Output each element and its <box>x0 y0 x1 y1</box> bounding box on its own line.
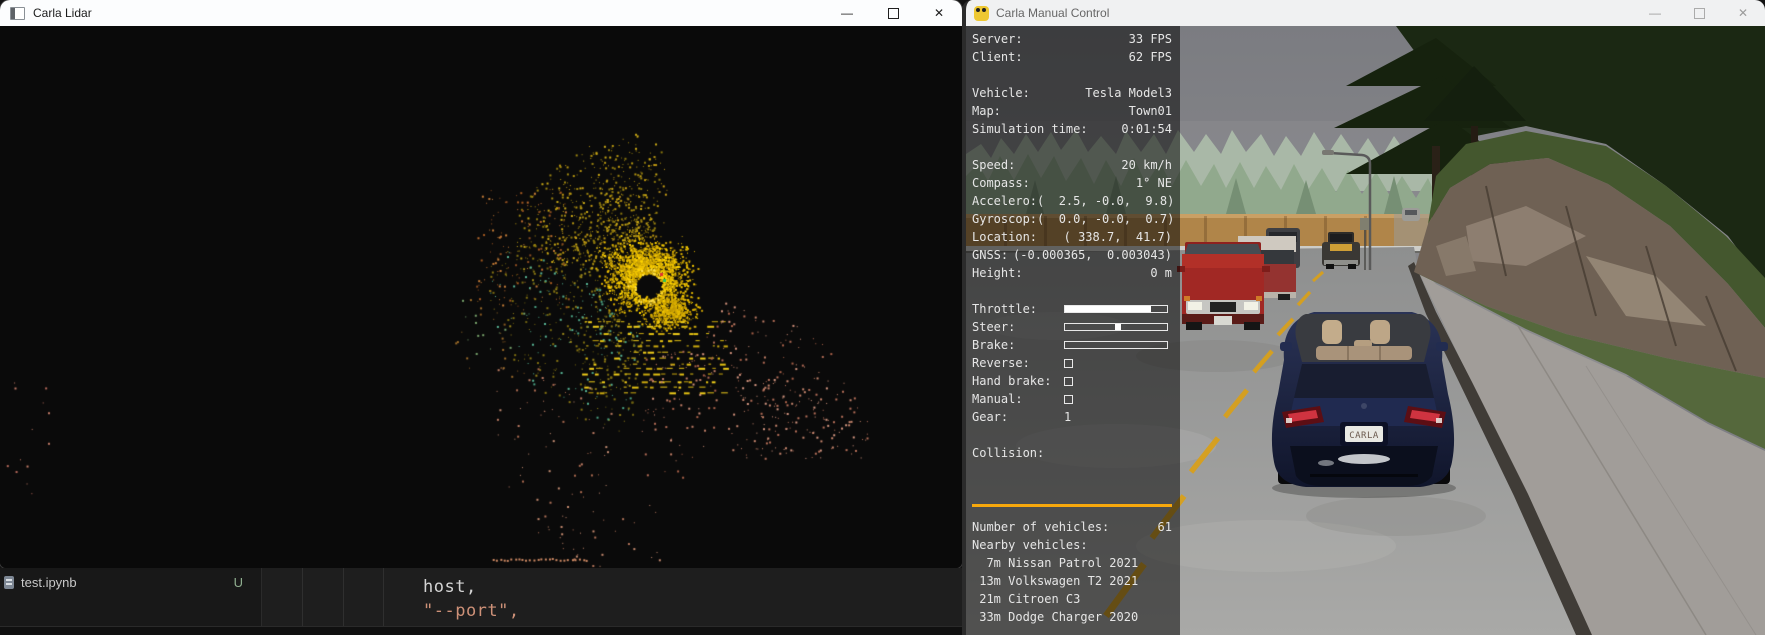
hud-row: Nearby vehicles: <box>972 536 1172 554</box>
notebook-file-icon <box>4 576 14 589</box>
front-seat <box>1322 320 1342 344</box>
code-line: "--port", <box>423 601 520 621</box>
hud-row: Number of vehicles:61 <box>972 518 1172 536</box>
hud-rows: Server:33 FPSClient:62 FPS Vehicle:Tesla … <box>972 30 1172 626</box>
hud-row: Reverse: <box>972 354 1172 372</box>
editor-bottom-strip <box>0 626 962 635</box>
hud-row: Height:0 m <box>972 264 1172 282</box>
hud-row: 33m Dodge Charger 2020 <box>972 608 1172 626</box>
editor-pane[interactable]: host, "--port", <box>262 568 962 627</box>
close-button[interactable]: ✕ <box>1721 0 1765 26</box>
close-button[interactable]: ✕ <box>916 0 962 26</box>
hud-row: 7m Nissan Patrol 2021 <box>972 554 1172 572</box>
minimize-button[interactable]: — <box>1633 0 1677 26</box>
hud-row: 21m Citroen C3 <box>972 590 1172 608</box>
license-plate-text: CARLA <box>1349 431 1379 441</box>
lidar-window: Carla Lidar — ✕ <box>0 0 962 568</box>
indent-guide <box>383 568 384 627</box>
rear-window <box>1294 364 1434 398</box>
maximize-icon <box>1694 8 1705 19</box>
hud-row: Collision: <box>972 444 1172 462</box>
hud-row: GNSS:(-0.000365, 0.003043) <box>972 246 1172 264</box>
road-sign <box>1360 218 1369 230</box>
indent-guide <box>343 568 344 627</box>
side-mirror <box>1280 342 1292 351</box>
file-name: test.ipynb <box>21 575 77 590</box>
hud-row <box>972 66 1172 84</box>
git-status-badge: U <box>234 575 243 590</box>
hud-row <box>972 504 1172 507</box>
hud-row: Manual: <box>972 390 1172 408</box>
minimize-button[interactable]: — <box>824 0 870 26</box>
lidar-titlebar[interactable]: Carla Lidar — ✕ <box>0 0 962 27</box>
hud-row <box>972 138 1172 156</box>
hud-row <box>972 426 1172 444</box>
lidar-window-title: Carla Lidar <box>33 6 92 20</box>
file-item-test-ipynb[interactable]: test.ipynb U <box>0 571 261 593</box>
pygame-icon <box>974 6 989 21</box>
hud-row: Map:Town01 <box>972 102 1172 120</box>
app-window-icon <box>10 7 25 20</box>
side-mirror <box>1436 342 1448 351</box>
game-area[interactable]: CARLA Server:33 FPSClient:62 FPS Vehicle:… <box>966 26 1765 635</box>
vehicle-nissan-patrol <box>1177 242 1270 330</box>
hud-row <box>972 282 1172 300</box>
indent-guide <box>302 568 303 627</box>
hud-row <box>972 462 1172 504</box>
front-seat <box>1370 320 1390 344</box>
hud-row: Brake: <box>972 336 1172 354</box>
control-titlebar[interactable]: Carla Manual Control — ✕ <box>966 0 1765 27</box>
hud-row: Client:62 FPS <box>972 48 1172 66</box>
vehicle-distant-car <box>1402 208 1420 221</box>
maximize-button[interactable] <box>870 0 916 26</box>
hud-row: Hand brake: <box>972 372 1172 390</box>
hud-row: Simulation time:0:01:54 <box>972 120 1172 138</box>
hud-panel: Server:33 FPSClient:62 FPS Vehicle:Tesla … <box>966 26 1180 635</box>
manual-control-window: Carla Manual Control — ✕ <box>962 0 1765 635</box>
rear-bumper <box>1290 446 1438 486</box>
hud-row: Gyroscop:( 0.0, -0.0, 0.7) <box>972 210 1172 228</box>
hud-row: Compass:1° NE <box>972 174 1172 192</box>
hud-row: 13m Volkswagen T2 2021 <box>972 572 1172 590</box>
code-editor-region: test.ipynb U host, "--port", <box>0 568 962 635</box>
hud-row: Vehicle:Tesla Model3 <box>972 84 1172 102</box>
rear-seat <box>1316 346 1412 360</box>
control-window-title: Carla Manual Control <box>996 6 1109 20</box>
hud-row: Throttle: <box>972 300 1172 318</box>
hud-row: Accelero:( 2.5, -0.0, 9.8) <box>972 192 1172 210</box>
hud-row: Gear:1 <box>972 408 1172 426</box>
ego-vehicle: CARLA <box>1272 312 1456 498</box>
code-line: host, <box>423 577 477 597</box>
maximize-icon <box>888 8 899 19</box>
hud-row: Steer: <box>972 318 1172 336</box>
hud-row: Location:( 338.7, 41.7) <box>972 228 1172 246</box>
maximize-button[interactable] <box>1677 0 1721 26</box>
hud-row: Speed:20 km/h <box>972 156 1172 174</box>
explorer-sidebar: test.ipynb U <box>0 568 262 635</box>
lidar-point-cloud-view[interactable] <box>0 26 962 568</box>
hud-row: Server:33 FPS <box>972 30 1172 48</box>
